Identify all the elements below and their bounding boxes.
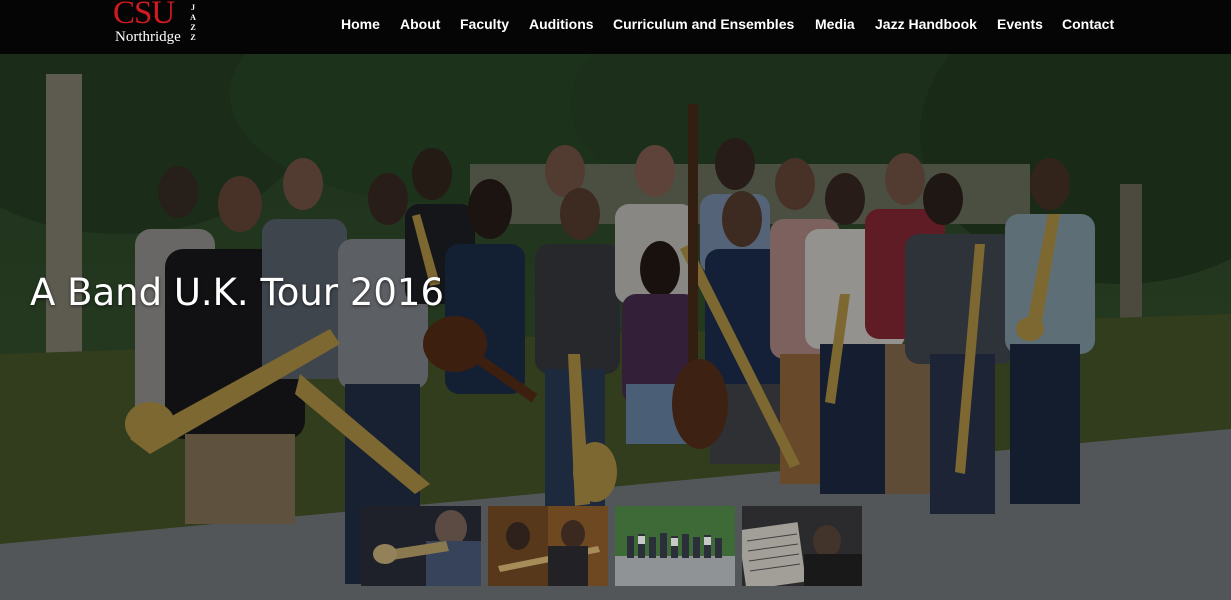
nav-media[interactable]: Media [815, 16, 855, 32]
nav-events[interactable]: Events [997, 16, 1043, 32]
main-nav: Home About Faculty Auditions Curriculum … [0, 0, 1231, 48]
nav-jazz-handbook[interactable]: Jazz Handbook [875, 16, 977, 32]
slide-thumbnail-4[interactable] [742, 506, 862, 586]
nav-about[interactable]: About [400, 16, 440, 32]
nav-curriculum[interactable]: Curriculum and Ensembles [613, 16, 794, 32]
slide-caption: A Band U.K. Tour 2016 [30, 271, 444, 314]
hero-slider: A Band U.K. Tour 2016 [0, 54, 1231, 600]
nav-contact[interactable]: Contact [1062, 16, 1114, 32]
site-header: CSU J A Z Z Northridge Home About Facult… [0, 0, 1231, 54]
slide-thumbnail-1[interactable] [361, 506, 481, 586]
slide-thumbnail-2[interactable] [488, 506, 608, 586]
nav-faculty[interactable]: Faculty [460, 16, 509, 32]
nav-home[interactable]: Home [341, 16, 380, 32]
nav-auditions[interactable]: Auditions [529, 16, 594, 32]
slide-thumbnail-3[interactable] [615, 506, 735, 586]
